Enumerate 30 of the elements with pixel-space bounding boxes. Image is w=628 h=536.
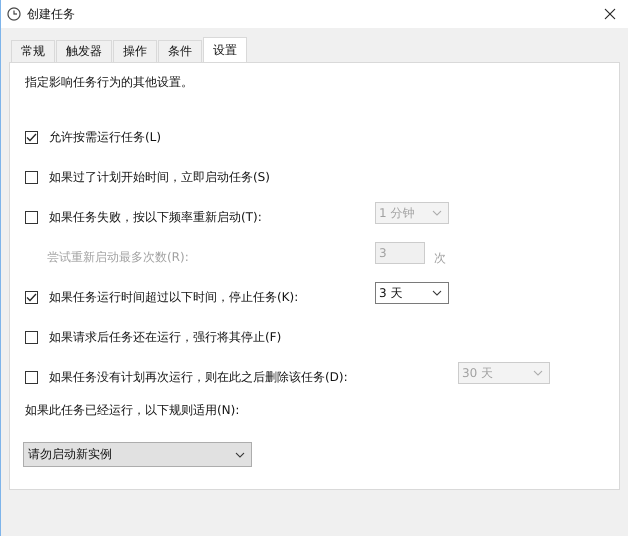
checkbox[interactable]: [25, 370, 38, 384]
description-text: 指定影响任务行为的其他设置。: [25, 74, 194, 90]
tab[interactable]: 操作: [113, 40, 157, 62]
option-label: 如果任务没有计划再次运行，则在此之后删除该任务(D):: [49, 368, 348, 386]
instance-rule-dropdown[interactable]: 请勿启动新实例: [23, 442, 252, 467]
option-label: 如果过了计划开始时间，立即启动任务(S): [49, 168, 270, 186]
option-label: 如果任务失败，按以下频率重新启动(T):: [49, 208, 262, 226]
checkbox[interactable]: [25, 130, 38, 144]
close-icon[interactable]: [604, 8, 616, 20]
checkbox[interactable]: [25, 210, 38, 224]
chevron-icon: [533, 370, 543, 376]
checkbox[interactable]: [25, 290, 38, 304]
unit-label: 次: [434, 250, 446, 266]
option-label: 尝试重新启动最多次数(R):: [47, 248, 189, 266]
rule-label: 如果此任务已经运行，以下规则适用(N):: [25, 402, 240, 419]
tab[interactable]: 条件: [158, 40, 202, 62]
option-label: 如果任务运行时间超过以下时间，停止任务(K):: [49, 288, 298, 306]
option-label: 如果请求后任务还在运行，强行将其停止(F): [49, 328, 282, 346]
checkbox[interactable]: [25, 330, 38, 344]
option-label: 允许按需运行任务(L): [49, 128, 162, 146]
window-title: 创建任务: [27, 6, 76, 22]
tab[interactable]: 设置: [203, 37, 247, 62]
dropdown[interactable]: 3 天: [375, 282, 449, 304]
tab[interactable]: 触发器: [56, 40, 112, 62]
checkbox[interactable]: [25, 170, 38, 184]
chevron-icon: [432, 210, 442, 216]
tab[interactable]: 常规: [11, 40, 55, 62]
clock-icon: [7, 7, 21, 21]
chevron-icon: [432, 290, 442, 296]
chevron-icon: [235, 452, 245, 458]
